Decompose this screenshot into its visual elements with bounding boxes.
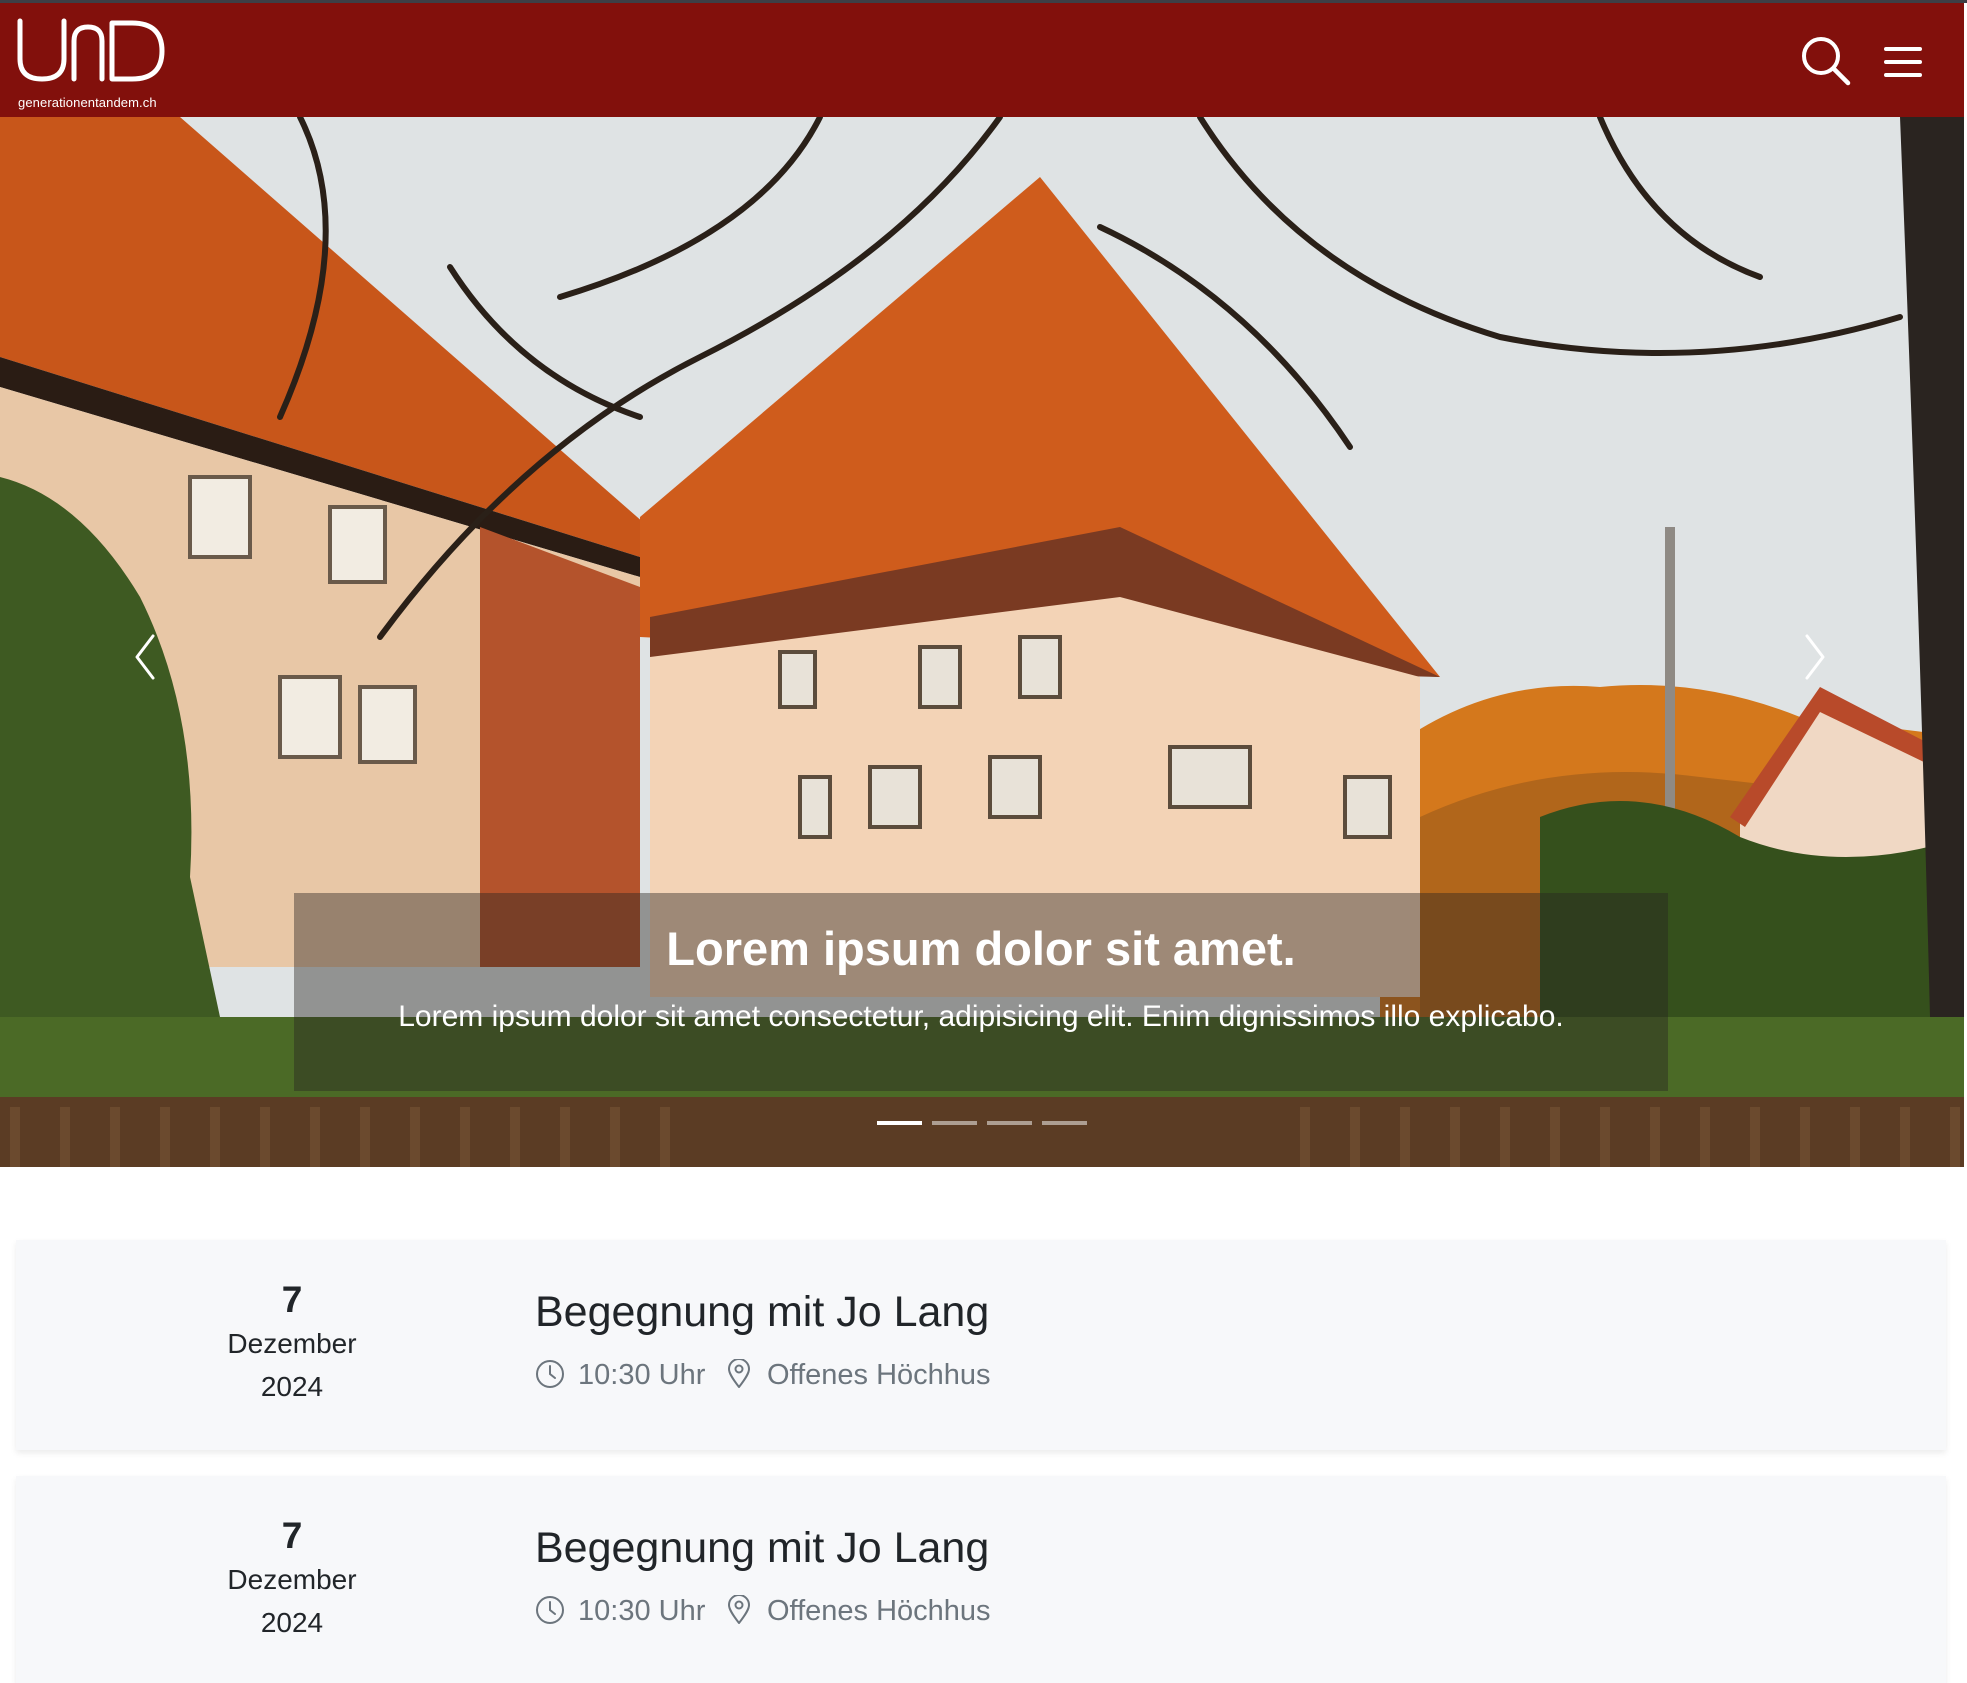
event-card[interactable]: 7 Dezember 2024 Begegnung mit Jo Lang 10… bbox=[16, 1476, 1946, 1683]
event-title[interactable]: Begegnung mit Jo Lang bbox=[535, 1522, 989, 1574]
search-icon bbox=[1802, 37, 1851, 86]
carousel-indicator-2[interactable] bbox=[932, 1121, 977, 1125]
event-day: 7 bbox=[281, 1279, 303, 1320]
clock-icon bbox=[536, 1360, 564, 1388]
event-location: Offenes Höchhus bbox=[767, 1359, 991, 1391]
search-button[interactable] bbox=[1800, 35, 1852, 87]
event-time: 10:30 Uhr bbox=[578, 1595, 706, 1627]
und-logo-icon bbox=[17, 18, 165, 82]
caption-title: Lorem ipsum dolor sit amet. bbox=[666, 922, 1296, 975]
logo-link[interactable]: generationentandem.ch bbox=[14, 15, 174, 110]
event-day: 7 bbox=[281, 1515, 303, 1556]
page: generationentandem.ch Lorem ipsum dolor … bbox=[0, 0, 1967, 1683]
event-month: Dezember bbox=[227, 1328, 357, 1359]
event-time: 10:30 Uhr bbox=[578, 1359, 706, 1391]
caption-text: Lorem ipsum dolor sit amet consectetur, … bbox=[398, 1000, 1564, 1033]
site-header: generationentandem.ch bbox=[0, 3, 1964, 117]
event-title[interactable]: Begegnung mit Jo Lang bbox=[535, 1286, 989, 1338]
hero-carousel: Lorem ipsum dolor sit amet. Lorem ipsum … bbox=[0, 117, 1964, 1167]
carousel-caption: Lorem ipsum dolor sit amet. Lorem ipsum … bbox=[294, 893, 1668, 1091]
carousel-indicator-4[interactable] bbox=[1042, 1121, 1087, 1125]
carousel-indicator-1[interactable] bbox=[877, 1121, 922, 1125]
carousel-next-button[interactable] bbox=[1785, 612, 1845, 702]
chevron-left-icon bbox=[135, 634, 155, 680]
carousel-indicator-3[interactable] bbox=[987, 1121, 1032, 1125]
location-pin-icon bbox=[728, 1595, 750, 1624]
logo-text: generationentandem.ch bbox=[18, 95, 157, 110]
event-month: Dezember bbox=[227, 1564, 357, 1595]
location-pin-icon bbox=[728, 1359, 750, 1388]
event-year: 2024 bbox=[260, 1607, 324, 1638]
menu-button[interactable] bbox=[1876, 35, 1928, 87]
event-date: 7 Dezember 2024 bbox=[166, 1514, 418, 1644]
chevron-right-icon bbox=[1805, 634, 1825, 680]
carousel-prev-button[interactable] bbox=[115, 612, 175, 702]
event-date: 7 Dezember 2024 bbox=[166, 1278, 418, 1408]
menu-icon bbox=[1884, 47, 1922, 77]
event-location: Offenes Höchhus bbox=[767, 1595, 991, 1627]
event-year: 2024 bbox=[260, 1371, 324, 1402]
event-card[interactable]: 7 Dezember 2024 Begegnung mit Jo Lang 10… bbox=[16, 1240, 1946, 1450]
clock-icon bbox=[536, 1596, 564, 1624]
